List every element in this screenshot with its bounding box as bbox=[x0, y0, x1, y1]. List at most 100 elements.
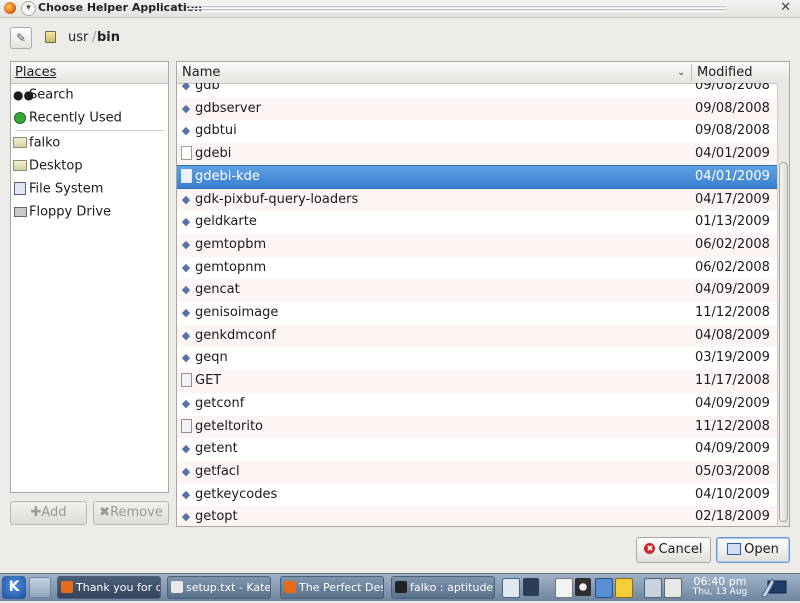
vertical-scrollbar[interactable] bbox=[777, 83, 789, 526]
file-row[interactable]: gdebi 04/01/2009 bbox=[177, 143, 777, 166]
open-icon bbox=[727, 542, 742, 555]
firefox-logo-icon bbox=[4, 2, 16, 14]
network-icon[interactable] bbox=[644, 578, 662, 598]
taskbar-task[interactable]: setup.txt - Kate bbox=[167, 576, 271, 599]
clock[interactable]: 06:40 pm Thu, 13 Aug bbox=[686, 576, 754, 598]
add-label: Add bbox=[41, 505, 67, 520]
column-divider[interactable] bbox=[691, 64, 692, 81]
executable-icon: ◆ bbox=[181, 283, 191, 297]
taskbar-task-label: Thank you for do bbox=[76, 581, 161, 594]
taskbar-task[interactable]: The Perfect Desk bbox=[280, 576, 384, 599]
file-row[interactable]: GET 11/17/2008 bbox=[177, 370, 777, 393]
column-header-modified[interactable]: Modified bbox=[697, 62, 752, 83]
file-modified: 04/17/2009 bbox=[695, 191, 770, 207]
file-modified: 11/12/2008 bbox=[695, 305, 770, 320]
folder-icon bbox=[13, 155, 27, 177]
place-search[interactable]: ●●Search bbox=[13, 84, 74, 106]
taskbar: K Thank you for do setup.txt - Kate The Pe… bbox=[0, 573, 800, 601]
place-label: Desktop bbox=[29, 158, 83, 174]
file-row[interactable]: ◆ gdbserver 09/08/2008 bbox=[177, 97, 777, 121]
taskbar-task-label: setup.txt - Kate bbox=[186, 581, 271, 594]
add-place-button[interactable]: ✚Add bbox=[10, 501, 87, 525]
file-name: getfacl bbox=[195, 463, 240, 479]
column-header-name[interactable]: Name bbox=[182, 62, 220, 83]
place-file-system[interactable]: File System bbox=[13, 178, 103, 200]
file-row[interactable]: ◆ gencat 04/09/2009 bbox=[177, 279, 777, 302]
usb-icon[interactable] bbox=[664, 578, 682, 598]
file-row[interactable]: ◆ gdbtui 09/08/2008 bbox=[177, 120, 777, 143]
show-desktop-button[interactable] bbox=[760, 576, 794, 599]
window-title: Choose Helper Application bbox=[38, 1, 203, 14]
executable-icon: ◆ bbox=[181, 487, 191, 501]
title-decoration bbox=[186, 5, 726, 12]
file-row[interactable]: ◆ genkdmconf 04/08/2009 bbox=[177, 324, 777, 348]
executable-icon: ◆ bbox=[181, 464, 191, 478]
window-menu-button[interactable]: ▾ bbox=[21, 1, 36, 16]
file-name: gemtopnm bbox=[195, 259, 267, 275]
file-modified: 11/17/2008 bbox=[695, 373, 770, 389]
script-file-icon bbox=[180, 416, 192, 439]
crumb-bin[interactable]: bin bbox=[97, 30, 120, 45]
file-modified: 03/19/2009 bbox=[695, 350, 770, 366]
places-header[interactable]: Places bbox=[11, 62, 168, 84]
scrollbar-thumb[interactable] bbox=[779, 162, 788, 522]
place-recently-used[interactable]: Recently Used bbox=[13, 107, 122, 129]
file-name: genisoimage bbox=[195, 305, 279, 320]
document-icon bbox=[180, 166, 192, 189]
file-row[interactable]: ◆ gemtopbm 06/02/2008 bbox=[177, 233, 777, 257]
kde-menu-button[interactable]: K bbox=[2, 576, 26, 599]
executable-icon: ◆ bbox=[181, 192, 191, 206]
open-button[interactable]: Open bbox=[716, 537, 790, 563]
file-row[interactable]: ◆ gemtopnm 06/02/2008 bbox=[177, 257, 777, 280]
clipboard-icon[interactable] bbox=[555, 578, 573, 598]
executable-icon: ◆ bbox=[181, 124, 191, 138]
file-name: gdebi-kde bbox=[195, 168, 260, 184]
file-name: gdebi bbox=[195, 146, 232, 162]
pager-icon[interactable] bbox=[502, 578, 520, 598]
home-folder-launcher[interactable] bbox=[29, 577, 51, 598]
file-row[interactable]: geteltorito 11/12/2008 bbox=[177, 415, 777, 439]
desktop-icon bbox=[761, 578, 787, 598]
place-desktop[interactable]: Desktop bbox=[13, 155, 83, 177]
crumb-separator: / bbox=[92, 30, 97, 45]
file-name: geteltorito bbox=[195, 418, 264, 434]
settings-gear-icon[interactable] bbox=[575, 578, 591, 596]
place-floppy-drive[interactable]: Floppy Drive bbox=[13, 201, 111, 223]
floppy-icon bbox=[13, 201, 27, 223]
file-row[interactable]: ◆ getfacl 05/03/2008 bbox=[177, 460, 777, 484]
window-list-icon[interactable] bbox=[523, 578, 539, 596]
file-row[interactable]: ◆ gdb 09/08/2008 bbox=[177, 83, 777, 98]
folder-icon bbox=[13, 132, 27, 154]
file-modified: 01/13/2009 bbox=[695, 214, 770, 230]
monitor-icon[interactable] bbox=[595, 578, 613, 598]
app-icon bbox=[171, 581, 183, 593]
filesystem-icon bbox=[13, 178, 27, 200]
cancel-button[interactable]: ✖ Cancel bbox=[636, 537, 711, 563]
script-file-icon bbox=[180, 370, 192, 393]
notes-icon[interactable] bbox=[615, 578, 633, 598]
taskbar-task[interactable]: falko : aptitude bbox=[391, 576, 495, 599]
file-row[interactable]: ◆ getconf 04/09/2009 bbox=[177, 393, 777, 416]
window-close-button[interactable]: ✕ bbox=[780, 0, 791, 15]
file-name: getopt bbox=[195, 509, 238, 525]
file-row[interactable]: ◆ getopt 02/18/2009 bbox=[177, 506, 777, 526]
edit-location-button[interactable]: ✎ bbox=[10, 27, 32, 49]
executable-icon: ◆ bbox=[181, 510, 191, 524]
file-row[interactable]: ◆ getkeycodes 04/10/2009 bbox=[177, 484, 777, 507]
place-falko[interactable]: falko bbox=[13, 132, 60, 154]
open-label: Open bbox=[744, 542, 779, 557]
clock-icon bbox=[13, 107, 27, 129]
file-row[interactable]: ◆ genisoimage 11/12/2008 bbox=[177, 302, 777, 325]
remove-place-button[interactable]: ✖Remove bbox=[93, 501, 169, 525]
file-row[interactable]: ◆ geldkarte 01/13/2009 bbox=[177, 211, 777, 234]
file-row[interactable]: ◆ gdk-pixbuf-query-loaders 04/17/2009 bbox=[177, 188, 777, 212]
crumb-usr[interactable]: usr bbox=[68, 30, 88, 45]
taskbar-task[interactable]: Thank you for do bbox=[57, 576, 161, 599]
file-row[interactable]: ◆ getent 04/09/2009 bbox=[177, 438, 777, 461]
file-modified: 05/03/2008 bbox=[695, 463, 770, 479]
place-label: Recently Used bbox=[29, 110, 122, 126]
place-label: Floppy Drive bbox=[29, 204, 112, 220]
file-row[interactable]: gdebi-kde 04/01/2009 bbox=[177, 164, 777, 190]
title-bar: ▾ Choose Helper Application ✕ bbox=[0, 0, 800, 18]
file-row[interactable]: ◆ geqn 03/19/2009 bbox=[177, 347, 777, 370]
